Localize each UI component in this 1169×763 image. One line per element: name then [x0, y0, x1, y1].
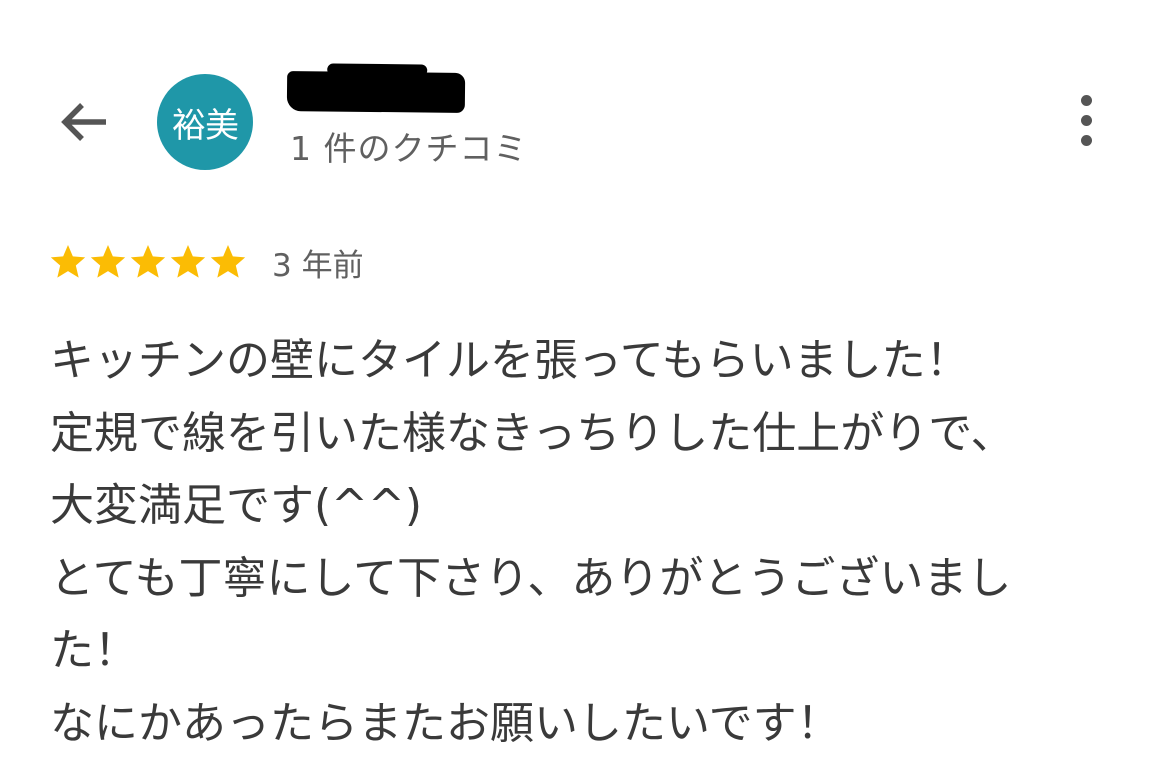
star-icon — [50, 245, 86, 278]
back-button[interactable] — [52, 90, 116, 154]
review-text-line: 定規で線を引いた様なきっちりした仕上がりで、 — [50, 407, 1015, 459]
avatar[interactable]: 裕美 — [157, 74, 253, 170]
reviewer-header: 裕美 1 件のクチコミ — [0, 0, 1169, 200]
star-rating — [48, 242, 248, 282]
rating-row: 3 年前 — [48, 237, 364, 287]
star-icon — [90, 245, 126, 278]
review-text-line: た！ — [50, 625, 138, 676]
review-text-line: なにかあったらまたお願いしたいです！ — [50, 697, 841, 749]
review-text-line: とても丁寧にして下さり、ありがとうございまし — [50, 552, 1012, 604]
star-icon — [130, 245, 166, 278]
star-icon — [210, 245, 246, 278]
more-vert-icon — [1080, 94, 1092, 106]
review-text: キッチンの壁にタイルを張ってもらいました！ 定規で線を引いた様なきっちりした仕上が… — [50, 325, 1130, 760]
avatar-initials: 裕美 — [172, 105, 239, 146]
arrow-left-icon — [61, 103, 106, 141]
review-count: 1 件のクチコミ — [290, 129, 528, 168]
review-timestamp: 3 年前 — [272, 247, 364, 284]
more-options-button[interactable] — [1062, 88, 1110, 152]
review-text-line: キッチンの壁にタイルを張ってもらいました！ — [50, 335, 970, 386]
review-text-line: 大変満足です(^^) — [50, 480, 423, 531]
reviewer-name-redacted — [286, 71, 466, 113]
star-icon — [170, 245, 206, 278]
